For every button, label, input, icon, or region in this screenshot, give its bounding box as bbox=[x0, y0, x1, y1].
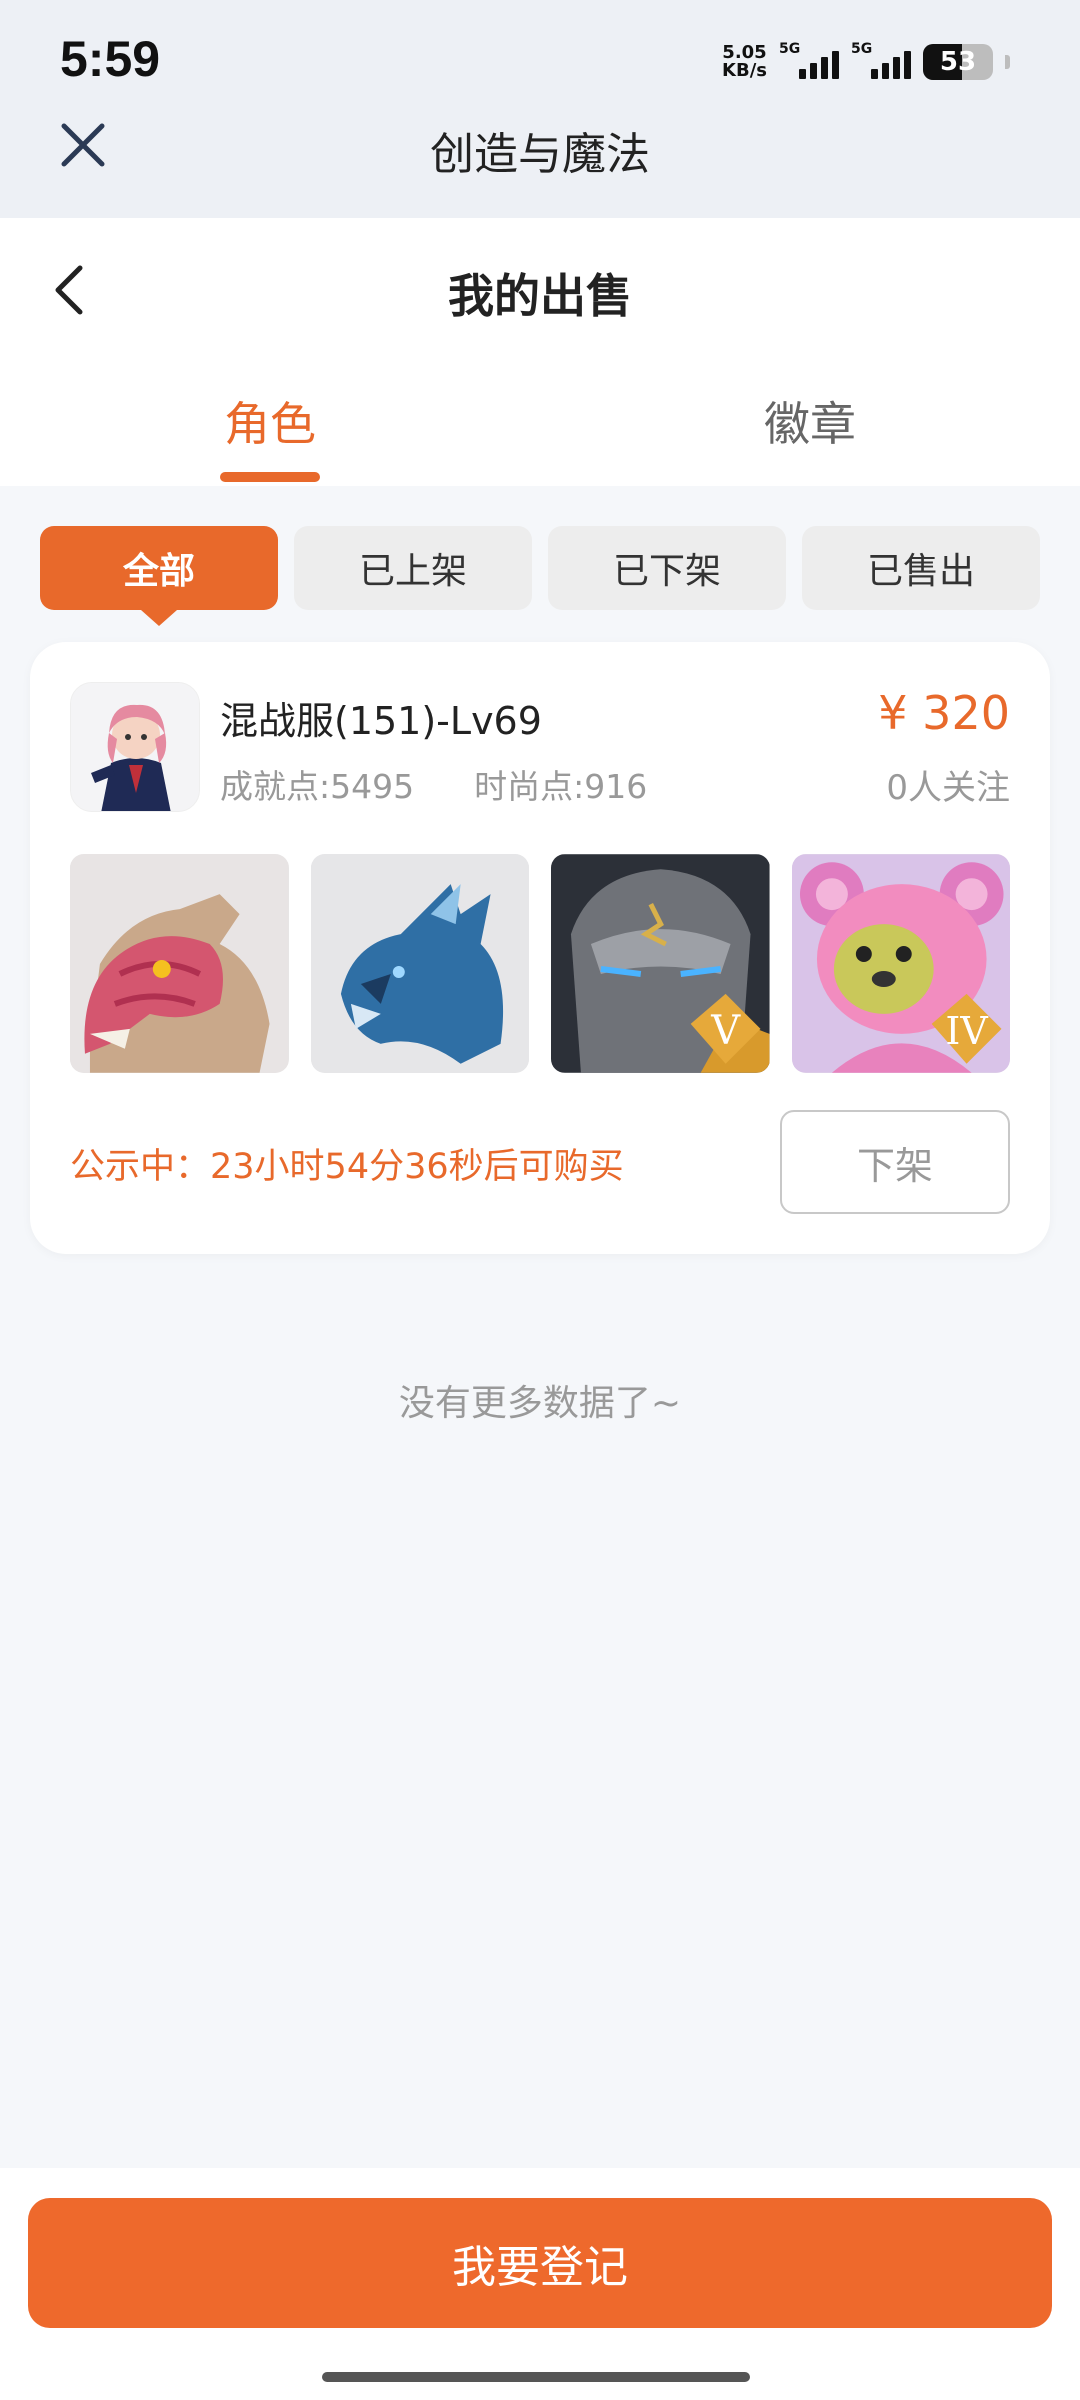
item-tier-badge: V bbox=[710, 1008, 741, 1054]
status-filters: 全部 已上架 已下架 已售出 bbox=[40, 526, 1040, 626]
listing-price: ¥ 320 bbox=[878, 686, 1010, 740]
character-stats: 成就点:5495 时尚点:916 bbox=[220, 760, 647, 808]
filter-sold[interactable]: 已售出 bbox=[802, 526, 1040, 610]
notice-countdown: 23小时54分36秒后可购买 bbox=[210, 1147, 624, 1187]
character-name: 混战服(151)-Lv69 bbox=[220, 699, 542, 743]
item-tier-badge: IV bbox=[945, 1009, 988, 1053]
page-header: 我的出售 角色 徽章 bbox=[0, 218, 1080, 486]
tab-role[interactable]: 角色 bbox=[120, 388, 420, 454]
item-thumbnail[interactable] bbox=[70, 854, 289, 1073]
battery-level: 53 bbox=[939, 47, 977, 77]
fashion-points: 时尚点:916 bbox=[474, 767, 648, 806]
publicity-notice: 公示中： 23小时54分36秒后可购买 bbox=[70, 1138, 624, 1189]
achievement-points: 成就点:5495 bbox=[220, 767, 415, 806]
notice-prefix: 公示中： bbox=[70, 1147, 211, 1187]
filter-all[interactable]: 全部 bbox=[40, 526, 278, 626]
battery-icon: 53 bbox=[923, 44, 993, 80]
register-button[interactable]: 我要登记 bbox=[28, 2198, 1052, 2328]
status-icons: 5.05 KB/s 5G 5G 53 bbox=[722, 41, 1010, 82]
top-bar: 5:59 5.05 KB/s 5G 5G 53 创造与魔法 bbox=[0, 0, 1080, 218]
sim2-label: 5G bbox=[851, 41, 873, 57]
home-indicator[interactable] bbox=[322, 2372, 750, 2382]
item-thumbnail[interactable]: IV bbox=[791, 854, 1010, 1073]
network-speed: 5.05 KB/s bbox=[722, 44, 767, 80]
network-speed-unit: KB/s bbox=[722, 60, 767, 81]
item-thumbnail[interactable] bbox=[310, 854, 529, 1073]
status-time: 5:59 bbox=[60, 31, 161, 87]
page-title: 我的出售 bbox=[448, 269, 632, 323]
sim1-label: 5G bbox=[779, 41, 801, 57]
tab-badge[interactable]: 徽章 bbox=[660, 388, 960, 454]
item-thumbnail[interactable]: V bbox=[551, 854, 770, 1073]
miniapp-title: 创造与魔法 bbox=[430, 129, 650, 180]
follower-count: 0人关注 bbox=[886, 768, 1010, 808]
signal-icon-2: 5G bbox=[851, 41, 911, 79]
battery-tip bbox=[1005, 55, 1010, 69]
active-tab-indicator bbox=[220, 472, 320, 482]
signal-icon: 5G bbox=[779, 41, 839, 79]
end-of-list-text: 没有更多数据了~ bbox=[398, 1383, 682, 1424]
filter-listed[interactable]: 已上架 bbox=[294, 526, 532, 610]
filter-delisted[interactable]: 已下架 bbox=[548, 526, 786, 610]
listing-card[interactable]: 混战服(151)-Lv69 成就点:5495 时尚点:916 ¥ 320 0人关… bbox=[30, 642, 1050, 1254]
item-thumbnails: V IV bbox=[70, 854, 1010, 1074]
character-avatar bbox=[70, 682, 200, 812]
delist-button[interactable]: 下架 bbox=[780, 1110, 1010, 1214]
